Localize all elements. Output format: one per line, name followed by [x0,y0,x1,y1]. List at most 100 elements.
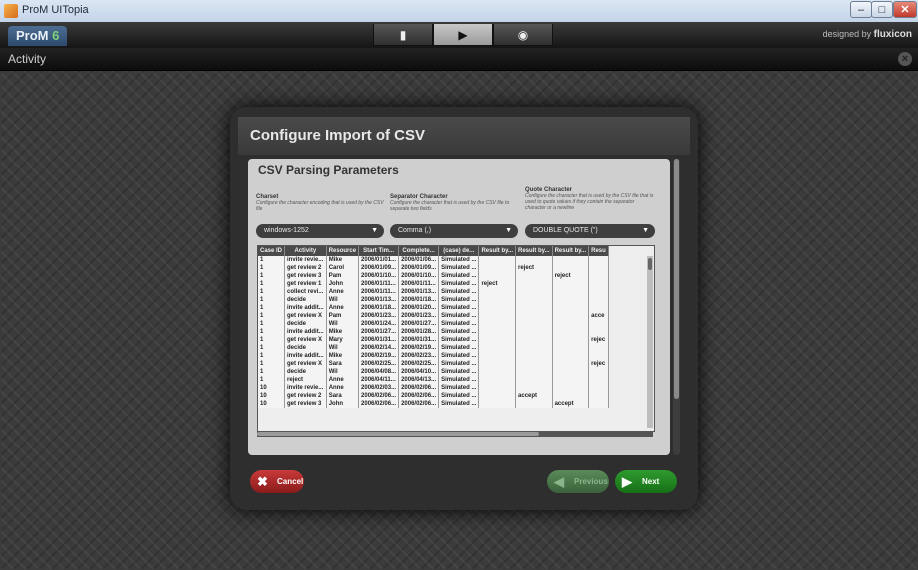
column-header[interactable]: Result by... [478,246,517,256]
table-cell [478,376,517,384]
charset-param: Charset Configure the character encoding… [256,194,386,219]
table-cell: 1 [258,280,286,288]
table-cell: 1 [258,304,286,312]
charset-select[interactable]: windows-1252 ▼ [256,224,384,238]
table-cell [515,368,553,376]
table-cell [588,328,609,336]
table-cell [478,320,517,328]
table-cell: 2006/01/10... [398,272,440,280]
table-cell: 2006/01/23... [398,312,440,320]
scroll-thumb[interactable] [648,258,652,270]
workspace-tab[interactable]: ▮ [373,24,433,46]
column-header[interactable]: Resu [588,246,609,256]
table-row: 1 get review X Sara 2006/02/25... 2006/02/25… [258,360,609,368]
quote-select[interactable]: DOUBLE QUOTE (") ▼ [525,224,655,238]
column-header[interactable]: Resource [326,246,360,256]
table-cell: 2006/01/27... [358,328,400,336]
table-cell: 2006/02/14... [358,344,400,352]
column-header[interactable]: Case ID [258,246,286,256]
scroll-thumb[interactable] [674,159,679,399]
cancel-x-icon: ✖ [257,474,268,489]
minimize-button[interactable]: – [850,1,872,18]
column-header[interactable]: Start Tim... [358,246,400,256]
brand-prefix: designed by [822,29,872,39]
table-cell: Wil [326,320,360,328]
table-vertical-scrollbar[interactable] [647,256,653,428]
table-cell: 2006/01/23... [358,312,400,320]
prom-header: ProM 6 ▮ ▶ ◉ designed by fluxicon [0,22,918,48]
csv-table: Case ID Activity Resource Start Tim... Compl… [258,246,609,408]
cancel-button[interactable]: ✖ Cancel [250,470,304,493]
table-cell [552,264,590,272]
table-cell: 2006/01/24... [358,320,400,328]
table-cell: 1 [258,344,286,352]
column-header[interactable]: (case) de... [438,246,480,256]
table-cell: reject [515,264,553,272]
maximize-button[interactable]: □ [871,1,893,18]
column-header[interactable]: Result by... [552,246,590,256]
table-cell: Pam [326,272,360,280]
table-cell: 2006/02/06... [398,384,440,392]
table-cell: 1 [258,256,286,264]
table-cell: 2006/01/27... [398,320,440,328]
table-cell [588,344,609,352]
table-cell [515,296,553,304]
separator-select[interactable]: Comma (,) ▼ [390,224,518,238]
table-cell: Sara [326,360,360,368]
table-cell [515,272,553,280]
table-cell: 1 [258,368,286,376]
table-cell: get review 2 [284,264,327,272]
table-cell [478,352,517,360]
table-cell: 1 [258,328,286,336]
table-cell: 2006/04/13... [398,376,440,384]
actions-tab[interactable]: ▶ [433,24,493,46]
section-title: CSV Parsing Parameters [258,163,399,177]
previous-arrow-icon: ◀ [554,474,564,489]
table-cell: 2006/04/11... [358,376,400,384]
csv-preview-table: Case ID Activity Resource Start Tim... Compl… [257,245,655,432]
previous-button[interactable]: ◀ Previous [547,470,609,493]
dropdown-arrow-icon: ▼ [642,227,649,234]
table-cell: Sara [326,392,360,400]
table-cell [478,272,517,280]
dialog-vertical-scrollbar[interactable] [673,159,680,455]
table-cell: Mike [326,256,360,264]
table-cell [552,328,590,336]
table-cell [552,320,590,328]
column-header[interactable]: Activity [284,246,327,256]
column-header[interactable]: Complete... [398,246,440,256]
table-cell: get review 3 [284,400,327,408]
table-cell [552,384,590,392]
table-cell: Simulated ... [438,296,480,304]
table-cell [588,392,609,400]
table-cell: Anne [326,304,360,312]
table-cell [515,312,553,320]
table-cell: Simulated ... [438,264,480,272]
table-row: 1 decide Wil 2006/02/14... 2006/02/19... Simu… [258,344,609,352]
table-row: 1 decide Wil 2006/01/24... 2006/01/27... Simu… [258,320,609,328]
table-cell [478,368,517,376]
next-button[interactable]: ▶ Next [615,470,677,493]
table-cell: decide [284,344,327,352]
column-header[interactable]: Result by... [515,246,553,256]
separator-value: Comma (,) [398,227,432,234]
close-window-button[interactable]: ✕ [893,1,917,18]
table-row: 1 decide Wil 2006/04/08... 2006/04/10... Simu… [258,368,609,376]
activity-title: Activity [8,52,47,66]
table-cell [588,288,609,296]
table-cell [515,360,553,368]
dialog-title: Configure Import of CSV [250,127,425,144]
table-horizontal-scrollbar[interactable] [257,431,653,437]
table-cell [552,352,590,360]
table-cell: Mike [326,352,360,360]
table-cell: 2006/02/19... [358,352,400,360]
table-cell [552,336,590,344]
table-cell: 1 [258,352,286,360]
views-tab[interactable]: ◉ [493,24,553,46]
close-activity-icon[interactable]: × [898,52,912,66]
scroll-thumb[interactable] [257,432,539,436]
table-cell: accept [552,400,590,408]
table-cell: 2006/02/03... [358,384,400,392]
table-cell: 1 [258,312,286,320]
table-cell: Simulated ... [438,280,480,288]
